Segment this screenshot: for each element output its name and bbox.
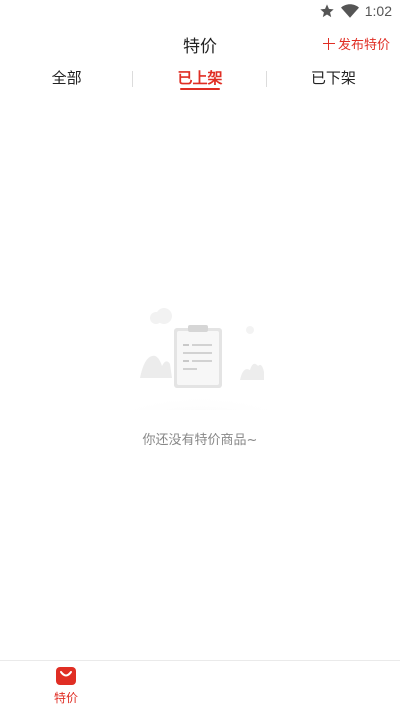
status-time: 1:02 — [364, 3, 392, 19]
active-tab-indicator — [179, 88, 220, 90]
tab-bar: 全部 已上架 已下架 — [0, 62, 400, 98]
star-icon — [320, 4, 334, 18]
tab-delisted[interactable]: 已下架 — [267, 62, 400, 98]
header: 特价 发布特价 — [0, 24, 400, 62]
tab-delisted-label: 已下架 — [310, 69, 356, 87]
status-icons: 1:02 — [319, 3, 392, 19]
plus-icon — [322, 37, 335, 50]
status-bar: 1:02 — [0, 0, 400, 24]
tab-all-label: 全部 — [51, 69, 82, 87]
nav-item-special[interactable]: 特价 — [40, 666, 92, 706]
tab-listed-label: 已上架 — [177, 69, 223, 87]
nav-item-label: 特价 — [53, 691, 78, 705]
empty-state-message: 你还没有特价商品~ — [142, 433, 258, 448]
tab-listed[interactable]: 已上架 — [133, 62, 267, 98]
empty-clipboard-illustration — [115, 308, 285, 410]
publish-special-button[interactable]: 发布特价 — [322, 34, 390, 53]
bottom-nav: 特价 — [0, 660, 400, 711]
shopping-bag-icon — [56, 667, 76, 685]
publish-special-label: 发布特价 — [337, 38, 390, 53]
wifi-icon — [340, 4, 359, 18]
tab-all[interactable]: 全部 — [0, 62, 134, 98]
